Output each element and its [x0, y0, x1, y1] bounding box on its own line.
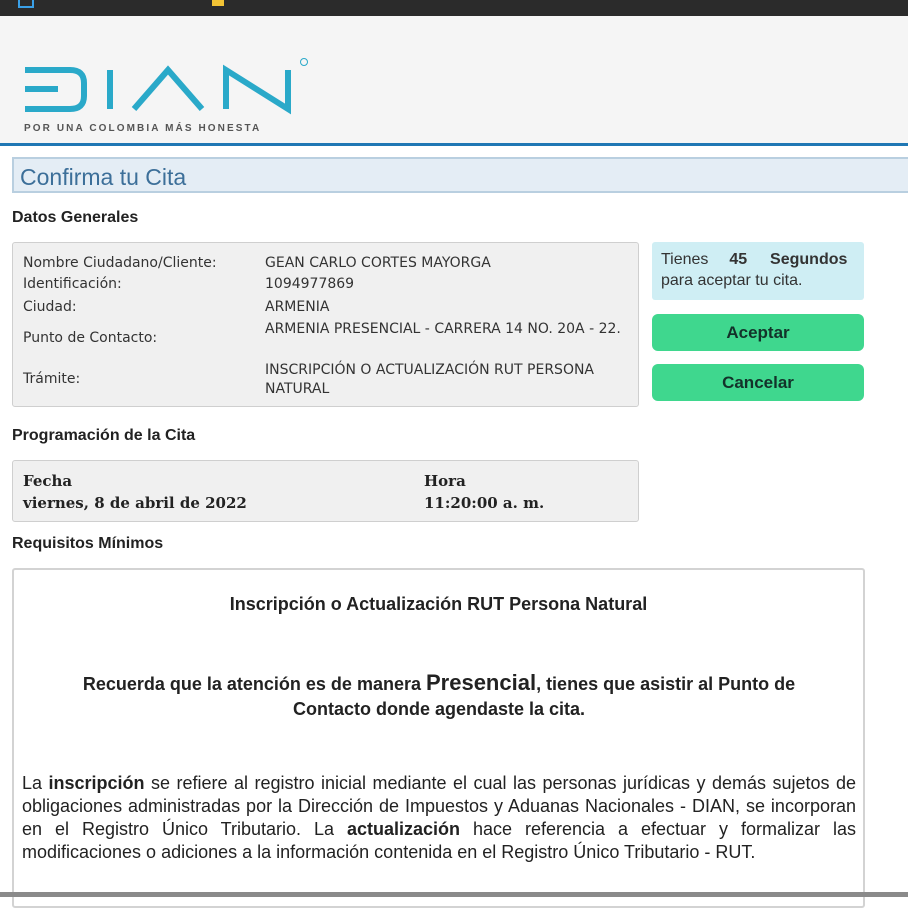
bookmark-icon[interactable] [18, 0, 34, 8]
timer-unit: Segundos [770, 251, 848, 268]
timer-prefix: Tienes [661, 251, 709, 268]
label-punto-contacto: Punto de Contacto: [23, 330, 158, 346]
timer-suffix: para aceptar tu cita. [661, 272, 803, 289]
cancel-button[interactable]: Cancelar [652, 364, 864, 401]
body-part1: La [22, 773, 49, 793]
requisitos-panel: Inscripción o Actualización RUT Persona … [12, 568, 865, 908]
note-emphasis: Presencial [425, 670, 537, 695]
body-bold1: inscripción [48, 773, 145, 793]
requisitos-body: La inscripción se refiere al registro in… [22, 772, 856, 864]
label-nombre: Nombre Ciudadano/Cliente: [23, 255, 217, 271]
value-punto-contacto: ARMENIA PRESENCIAL - CARRERA 14 NO. 20A … [265, 321, 621, 337]
hora-label: Hora [424, 472, 466, 490]
value-tramite: INSCRIPCIÓN O ACTUALIZACIÓN RUT PERSONA … [265, 362, 595, 397]
brand-tagline: POR UNA COLOMBIA MÁS HONESTA [24, 123, 262, 134]
hora-value: 11:20:00 a. m. [424, 494, 545, 512]
horizontal-scrollbar[interactable] [0, 892, 908, 897]
programacion-panel: Fecha viernes, 8 de abril de 2022 Hora 1… [12, 460, 639, 522]
value-identificacion: 1094977869 [265, 276, 355, 292]
folder-icon[interactable] [212, 0, 224, 6]
page-title-bar: Confirma tu Cita [12, 157, 908, 193]
requisitos-note: Recuerda que la atención es de manera Pr… [44, 670, 834, 722]
label-ciudad: Ciudad: [23, 299, 77, 315]
value-nombre: GEAN CARLO CORTES MAYORGA [265, 255, 491, 271]
datos-generales-panel: Nombre Ciudadano/Cliente: GEAN CARLO COR… [12, 242, 639, 407]
note-part1: Recuerda que la atención es de manera [82, 674, 426, 694]
page-title: Confirma tu Cita [20, 164, 187, 190]
label-tramite: Trámite: [23, 371, 81, 387]
acceptance-timer: Tienes 45 Segundos para aceptar tu cita. [652, 242, 864, 300]
header-divider [0, 143, 908, 146]
browser-top-bar [0, 0, 908, 16]
accept-button[interactable]: Aceptar [652, 314, 864, 351]
requisitos-heading: Requisitos Mínimos [12, 535, 164, 552]
datos-generales-heading: Datos Generales [12, 209, 139, 226]
body-bold2: actualización [346, 819, 461, 839]
timer-seconds: 45 [729, 251, 748, 268]
label-identificacion: Identificación: [23, 276, 122, 292]
requisitos-title: Inscripción o Actualización RUT Persona … [229, 594, 648, 614]
fecha-label: Fecha [23, 472, 73, 490]
value-ciudad: ARMENIA [265, 299, 330, 315]
fecha-value: viernes, 8 de abril de 2022 [23, 494, 247, 512]
dian-logo-icon[interactable] [22, 56, 312, 116]
programacion-heading: Programación de la Cita [12, 427, 196, 444]
site-header: POR UNA COLOMBIA MÁS HONESTA [0, 16, 908, 143]
